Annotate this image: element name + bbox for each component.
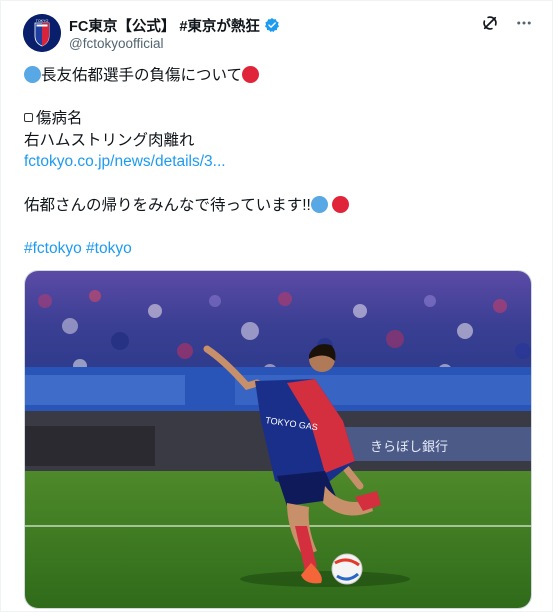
tweet-photo[interactable]: きらぼし銀行 TOKYO GAS [24, 270, 532, 609]
verified-badge-icon [264, 18, 279, 33]
handle[interactable]: @fctokyoofficial [69, 36, 164, 51]
avatar[interactable]: TOKYO [23, 14, 61, 52]
tweet-card: TOKYO FC東京【公式】 #東京が熱狂 @fctokyoofficial 長… [0, 0, 553, 612]
tweet-actions [480, 13, 534, 33]
fc-tokyo-logo-icon: TOKYO [23, 14, 61, 52]
injury-label: 傷病名 [36, 110, 83, 127]
red-circle-emoji [242, 66, 260, 83]
message-text: 佑都さんの帰りをみんなで待っています!! [24, 197, 311, 214]
tweet-message-line: 佑都さんの帰りをみんなで待っています!! [24, 196, 350, 216]
square-mark-icon [24, 113, 33, 122]
headline-text: 長友佑都選手の負傷について [41, 67, 243, 84]
injury-name: 右ハムストリング肉離れ [24, 132, 195, 149]
avatar-text: TOKYO [36, 19, 49, 23]
hashtag-tokyo[interactable]: #tokyo [86, 240, 132, 257]
author-name-row: FC東京【公式】 #東京が熱狂 [69, 15, 280, 35]
ad-board-text: きらぼし銀行 [370, 440, 448, 455]
hashtags: #fctokyo #tokyo [24, 239, 132, 259]
more-icon[interactable] [514, 13, 534, 33]
hashtag-fctokyo[interactable]: #fctokyo [24, 240, 82, 257]
red-circle-emoji [332, 196, 350, 213]
blue-circle-emoji [24, 66, 41, 83]
injury-label-line: 傷病名 [24, 109, 83, 129]
news-link[interactable]: fctokyo.co.jp/news/details/3... [24, 152, 226, 172]
blue-circle-emoji [310, 196, 328, 213]
tweet-headline: 長友佑都選手の負傷について [24, 66, 260, 86]
grok-icon[interactable] [480, 13, 500, 33]
player-kick-image: きらぼし銀行 TOKYO GAS [25, 271, 531, 608]
display-name[interactable]: FC東京【公式】 #東京が熱狂 [69, 15, 260, 36]
